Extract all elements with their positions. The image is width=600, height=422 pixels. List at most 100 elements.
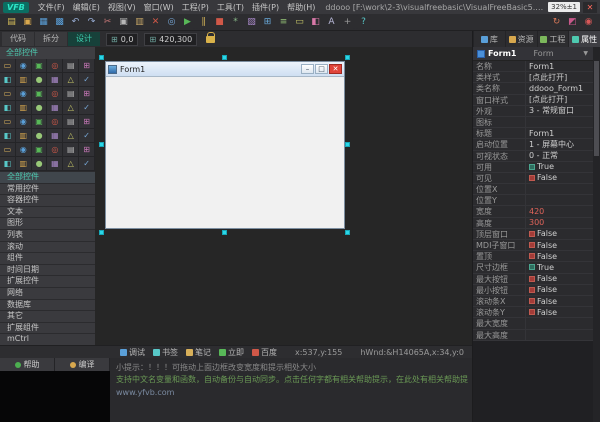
control-icon-6[interactable]: ⊞: [79, 59, 95, 73]
property-row[interactable]: 高度 300: [473, 217, 594, 229]
property-row[interactable]: 置顶 False: [473, 251, 594, 263]
toolbox-category-11[interactable]: 网络: [0, 287, 95, 299]
property-row[interactable]: 宽度 420: [473, 206, 594, 218]
property-row[interactable]: 可用 True: [473, 161, 594, 173]
zoom-badge[interactable]: 32%±1: [548, 2, 580, 12]
scrollbar-thumb[interactable]: [594, 61, 599, 156]
object-selector[interactable]: Form1 Form ▼: [473, 47, 600, 61]
control-icon-9[interactable]: ●: [31, 73, 48, 87]
menu-item-4[interactable]: 窗口(W): [140, 2, 178, 13]
control-icon-16[interactable]: ◎: [47, 87, 64, 101]
control-icon-18[interactable]: ⊞: [79, 87, 95, 101]
control-icon-28[interactable]: ◎: [47, 115, 64, 129]
toolbox-category-15[interactable]: mCtrl: [0, 334, 95, 345]
checkbox-icon[interactable]: [529, 174, 535, 181]
control-icon-15[interactable]: ▣: [31, 87, 48, 101]
menu-item-3[interactable]: 视图(V): [104, 2, 140, 13]
property-row[interactable]: 窗口样式 [点此打开]: [473, 94, 594, 106]
control-icon-31[interactable]: ◧: [0, 129, 16, 143]
control-icon-25[interactable]: ▭: [0, 115, 16, 129]
property-row[interactable]: 尺寸边框 True: [473, 262, 594, 274]
property-value[interactable]: [525, 184, 594, 195]
property-row[interactable]: 外观 3 - 常规窗口: [473, 105, 594, 117]
property-value[interactable]: False: [525, 284, 594, 295]
form-minimize-icon[interactable]: –: [301, 64, 314, 74]
control-icon-7[interactable]: ◧: [0, 73, 16, 87]
property-value[interactable]: ddooo_Form1: [525, 83, 594, 94]
control-icon-5[interactable]: ▤: [63, 59, 80, 73]
control-icon-46[interactable]: ▦: [47, 157, 64, 171]
property-value[interactable]: False: [525, 251, 594, 262]
update-icon[interactable]: ↻: [549, 15, 564, 29]
toolbox-category-10[interactable]: 扩展控件: [0, 276, 95, 287]
position-box[interactable]: ⊞ 0,0: [106, 32, 139, 46]
stop-icon[interactable]: ■: [212, 15, 227, 29]
selection-handle-e[interactable]: [345, 142, 350, 147]
control-icon-1[interactable]: ▭: [0, 59, 16, 73]
control-icon-33[interactable]: ●: [31, 129, 48, 143]
property-value[interactable]: 0 - 正常: [525, 150, 594, 161]
skin-icon[interactable]: ◩: [565, 15, 580, 29]
copy-icon[interactable]: ▣: [116, 15, 131, 29]
property-row[interactable]: 最大高度: [473, 329, 594, 341]
run-icon[interactable]: ▶: [180, 15, 195, 29]
control-icon-11[interactable]: △: [63, 73, 80, 87]
checkbox-icon[interactable]: [529, 253, 535, 260]
control-icon-45[interactable]: ●: [31, 157, 48, 171]
redo-icon[interactable]: ↷: [84, 15, 99, 29]
control-icon-47[interactable]: △: [63, 157, 80, 171]
toolbox-category-1[interactable]: 全部控件: [0, 172, 95, 183]
bottombar-button-2[interactable]: 书签: [153, 347, 178, 358]
panel-tab-properties[interactable]: 属性: [568, 31, 600, 47]
designer-tab-code[interactable]: 代码: [2, 32, 34, 46]
bottombar-button-1[interactable]: 调试: [120, 347, 145, 358]
menu-item-6[interactable]: 工具(T): [213, 2, 248, 13]
property-value[interactable]: False: [525, 295, 594, 307]
property-value[interactable]: [点此打开]: [525, 72, 594, 83]
toolbox-category-5[interactable]: 图形: [0, 218, 95, 229]
control-icon-30[interactable]: ⊞: [79, 115, 95, 129]
save-icon[interactable]: ▦: [36, 15, 51, 29]
panel-tab-project[interactable]: 工程: [536, 31, 569, 47]
property-row[interactable]: 最大按钮 False: [473, 273, 594, 285]
bottom-tab-compile[interactable]: 编译: [55, 358, 110, 371]
property-value[interactable]: False: [525, 228, 594, 239]
control-icon-8[interactable]: ▥: [15, 73, 32, 87]
close-icon[interactable]: ✕: [583, 1, 597, 13]
menu-item-7[interactable]: 插件(P): [248, 2, 283, 13]
menu-item-2[interactable]: 编辑(E): [69, 2, 104, 13]
output-console[interactable]: [0, 371, 110, 422]
undo-icon[interactable]: ↶: [68, 15, 83, 29]
selection-handle-se[interactable]: [345, 230, 350, 235]
panel-tab-library[interactable]: 库: [473, 31, 505, 47]
bottom-tab-help[interactable]: 帮助: [0, 358, 55, 371]
toolbox-category-9[interactable]: 时间日期: [0, 264, 95, 276]
search-icon[interactable]: ◎: [164, 15, 179, 29]
control-icon-29[interactable]: ▤: [63, 115, 80, 129]
control-icon-27[interactable]: ▣: [31, 115, 48, 129]
control-icon-10[interactable]: ▦: [47, 73, 64, 87]
property-value[interactable]: True: [525, 262, 594, 273]
property-row[interactable]: 顶层窗口 False: [473, 228, 594, 240]
property-value[interactable]: 3 - 常规窗口: [525, 105, 594, 116]
toolbox-category-13[interactable]: 其它: [0, 311, 95, 322]
controls-icon[interactable]: ▭: [292, 15, 307, 29]
toolbox-category-6[interactable]: 列表: [0, 229, 95, 241]
design-canvas[interactable]: Form1 – □ ✕: [95, 47, 472, 345]
open-folder-icon[interactable]: ▣: [20, 15, 35, 29]
property-value[interactable]: False: [525, 172, 594, 184]
property-value[interactable]: Form1: [525, 128, 594, 139]
property-row[interactable]: 名称 Form1: [473, 61, 594, 73]
property-row[interactable]: 滚动条X False: [473, 295, 594, 308]
property-value[interactable]: False: [525, 240, 594, 251]
checkbox-icon[interactable]: [529, 275, 535, 282]
property-value[interactable]: [525, 195, 594, 206]
save-all-icon[interactable]: ▩: [52, 15, 67, 29]
property-row[interactable]: 标题 Form1: [473, 128, 594, 140]
selection-handle-n[interactable]: [222, 55, 227, 60]
menu-item-1[interactable]: 文件(F): [34, 2, 69, 13]
property-row[interactable]: MDI子窗口 False: [473, 240, 594, 252]
property-row[interactable]: 图标: [473, 116, 594, 129]
designer-tab-split[interactable]: 拆分: [35, 32, 67, 46]
control-icon-35[interactable]: △: [63, 129, 80, 143]
